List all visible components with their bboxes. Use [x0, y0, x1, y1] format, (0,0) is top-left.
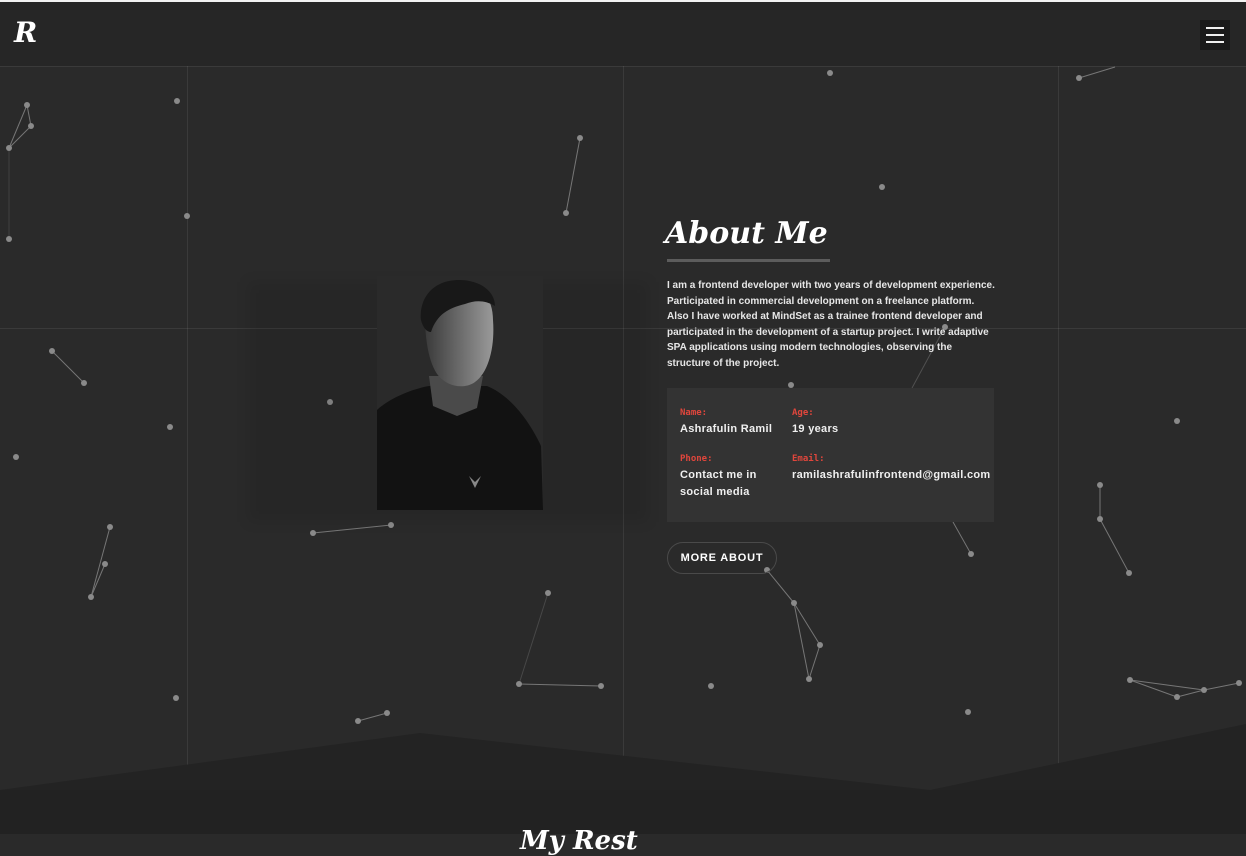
age-label: Age:: [792, 408, 814, 418]
logo[interactable]: R: [14, 18, 37, 48]
info-name: Name: Ashrafulin Ramil: [680, 408, 772, 438]
email-value[interactable]: ramilashrafulinfrontend@gmail.com: [792, 467, 992, 484]
info-card: Name: Ashrafulin Ramil Age: 19 years Pho…: [667, 388, 994, 522]
hamburger-menu-icon[interactable]: [1200, 20, 1230, 50]
info-email: Email: ramilashrafulinfrontend@gmail.com: [792, 454, 992, 484]
info-age: Age: 19 years: [792, 408, 838, 438]
phone-value: Contact me in social media: [680, 469, 757, 498]
header: R: [0, 2, 1246, 66]
age-value: 19 years: [792, 423, 839, 435]
phone-label: Phone:: [680, 454, 713, 464]
more-about-button[interactable]: MORE ABOUT: [667, 542, 777, 574]
info-phone: Phone: Contact me in social media: [680, 454, 792, 501]
name-value: Ashrafulin Ramil: [680, 423, 773, 435]
name-label: Name:: [680, 408, 708, 418]
about-title: About Me: [665, 216, 828, 251]
next-section-heading: My Rest: [520, 826, 638, 856]
about-description: I am a frontend developer with two years…: [667, 280, 995, 369]
profile-photo: [377, 276, 543, 510]
email-label: Email:: [792, 454, 825, 464]
title-underline: [667, 259, 830, 262]
